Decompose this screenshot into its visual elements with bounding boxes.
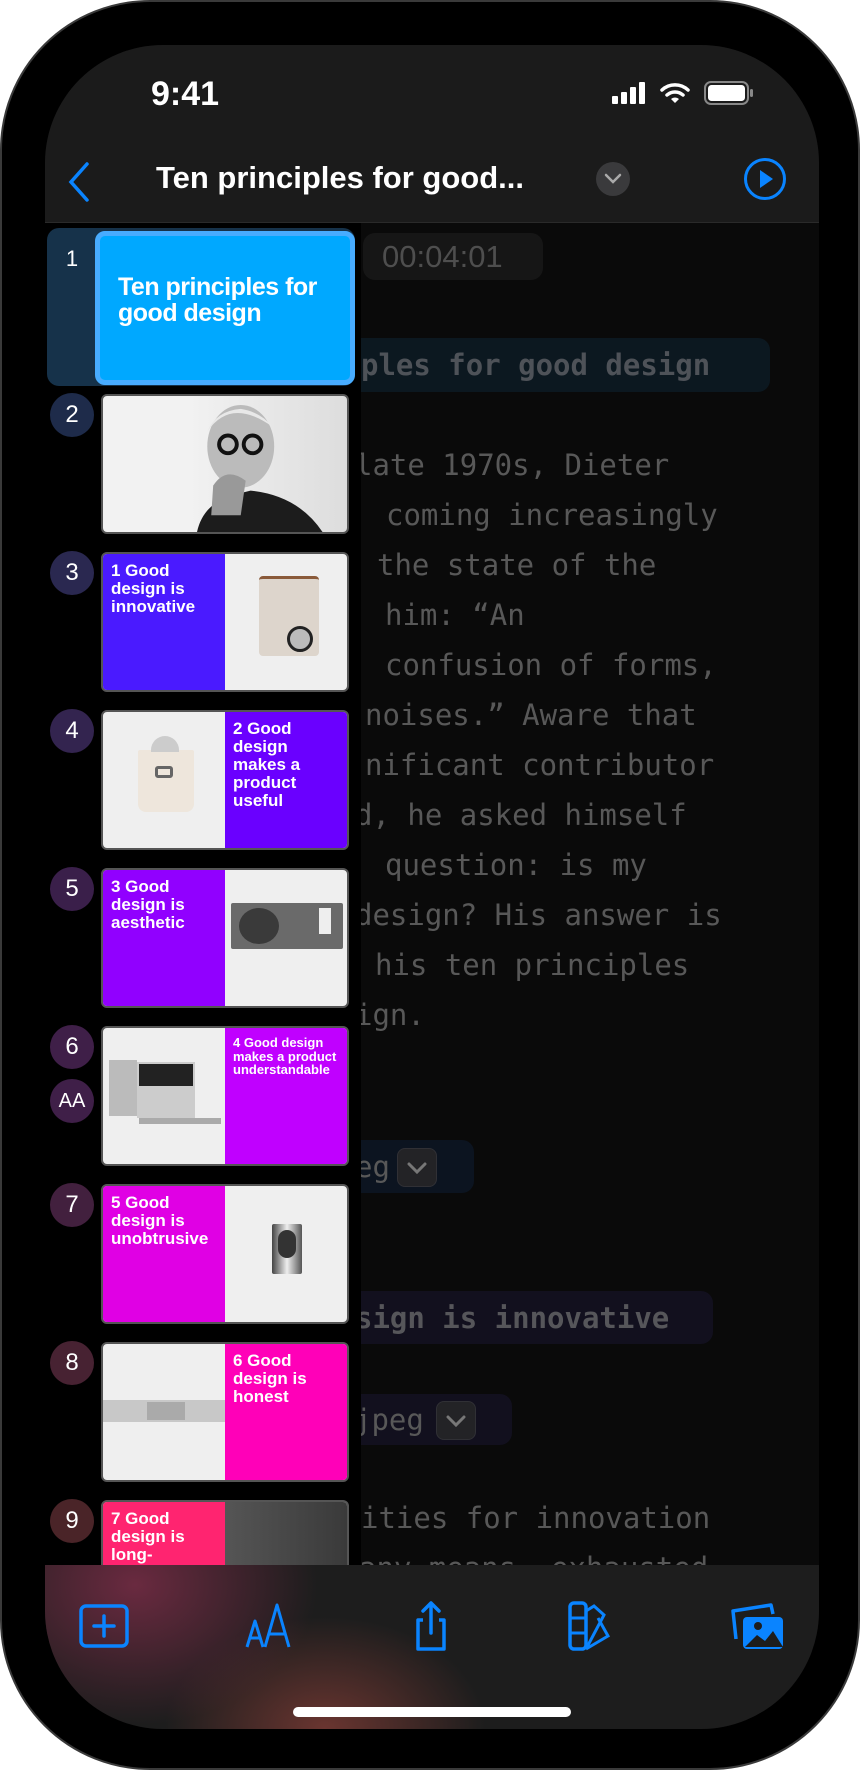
paragraph-line: coming increasingly xyxy=(386,498,718,532)
play-button[interactable] xyxy=(743,157,787,201)
slide-thumbnail-7[interactable]: 5 Good design is unobtrusive xyxy=(101,1184,349,1324)
slide-title: 7 Good design is long- xyxy=(111,1509,185,1564)
slide-number: 3 xyxy=(50,551,94,595)
slide-number: 8 xyxy=(50,1341,94,1385)
slide-number: 4 xyxy=(50,709,94,753)
slide-thumbnail-4[interactable]: 2 Good design makes a product useful xyxy=(101,710,349,850)
paragraph-line: ign. xyxy=(355,998,425,1032)
paragraph-line: design? His answer is xyxy=(355,898,722,932)
slide-navigator[interactable]: 1 Ten principles for good design 2 3 1 G… xyxy=(45,223,361,1565)
back-button[interactable] xyxy=(65,160,95,204)
portrait-photo xyxy=(197,405,323,532)
slide-thumbnail-5[interactable]: 3 Good design is aesthetic xyxy=(101,868,349,1008)
chevron-down-icon xyxy=(604,173,622,184)
slide-thumbnail-6[interactable]: 4 Good design makes a product understand… xyxy=(101,1026,349,1166)
lighter-image xyxy=(225,1186,347,1322)
document-title[interactable]: Ten principles for good... xyxy=(115,160,565,196)
chevron-down-icon xyxy=(446,1415,466,1427)
slide-number: 7 xyxy=(50,1183,94,1227)
paragraph-line: question: is my xyxy=(385,848,647,882)
slide-number: 5 xyxy=(50,867,94,911)
slide-thumbnail-9[interactable]: 7 Good design is long- xyxy=(101,1500,349,1565)
add-slide-icon[interactable] xyxy=(77,1601,131,1651)
slide-title: 5 Good design is unobtrusive xyxy=(111,1193,209,1248)
paragraph-line: noises.” Aware that xyxy=(365,698,697,732)
slide-title: Ten principles for good design xyxy=(118,273,317,327)
slide-title: 1 Good design is innovative xyxy=(111,561,196,616)
paragraph-line: the state of the xyxy=(377,548,657,582)
share-icon[interactable] xyxy=(404,1601,458,1651)
text-size-icon: AA xyxy=(58,1089,86,1112)
image-filename: jpeg xyxy=(354,1403,424,1437)
title-menu-button[interactable] xyxy=(596,162,630,196)
radio-receiver-image xyxy=(225,870,347,1006)
slide-number: 1 xyxy=(65,246,79,271)
chevron-down-icon xyxy=(407,1162,427,1174)
slide-number: 6 xyxy=(50,1025,94,1069)
hifi-system-image xyxy=(103,1028,225,1164)
theme-palette-icon[interactable] xyxy=(562,1601,616,1651)
cellular-signal-icon xyxy=(612,82,645,104)
image-options-button[interactable] xyxy=(436,1401,476,1440)
slide-title: 2 Good design makes a product useful xyxy=(233,719,301,810)
slide-title: 3 Good design is aesthetic xyxy=(111,877,185,932)
slide-thumbnail-3[interactable]: 1 Good design is innovative xyxy=(101,552,349,692)
status-icons xyxy=(612,81,754,105)
top-bar: 9:41 Ten principles for good... xyxy=(45,45,819,223)
chair-image xyxy=(225,1502,347,1565)
slide-thumbnail-2[interactable] xyxy=(101,394,349,534)
text-style-icon[interactable] xyxy=(243,1601,297,1651)
image-options-button[interactable] xyxy=(397,1148,437,1187)
home-indicator[interactable] xyxy=(293,1707,571,1717)
slide-thumbnail-8[interactable]: 6 Good design is honest xyxy=(101,1342,349,1482)
status-time: 9:41 xyxy=(150,75,220,113)
timer-text: 00:04:01 xyxy=(382,239,503,274)
paragraph-line: late 1970s, Dieter xyxy=(355,448,670,482)
photos-icon[interactable] xyxy=(731,1601,785,1651)
slide-thumbnail-1[interactable]: Ten principles for good design xyxy=(95,231,355,385)
screen: 9:41 Ten principles for good... 00:04:01… xyxy=(45,45,819,1729)
paragraph-line: ities for innovation xyxy=(361,1501,711,1535)
bottom-toolbar xyxy=(45,1565,819,1729)
slide-title: 4 Good design makes a product understand… xyxy=(233,1035,337,1077)
paragraph-line: confusion of forms, xyxy=(385,648,717,682)
slide-number: 9 xyxy=(50,1499,94,1543)
paragraph-line: his ten principles xyxy=(375,948,690,982)
heading-text: ples for good design xyxy=(361,348,711,382)
slide-number: 2 xyxy=(50,393,94,437)
paragraph-line: him: “An xyxy=(385,598,525,632)
heading-text: sign is innovative xyxy=(355,1301,670,1335)
audio-system-image xyxy=(103,1344,227,1480)
wifi-icon xyxy=(660,83,690,103)
paragraph-line: d, he asked himself xyxy=(355,798,687,832)
phone-frame: 9:41 Ten principles for good... 00:04:01… xyxy=(0,0,860,1770)
battery-icon xyxy=(704,81,753,105)
radio-image xyxy=(225,554,347,690)
juicer-image xyxy=(103,712,225,848)
slide-title: 6 Good design is honest xyxy=(233,1351,307,1406)
text-style-button[interactable]: AA xyxy=(50,1079,94,1123)
paragraph-line: nificant contributor xyxy=(365,748,715,782)
